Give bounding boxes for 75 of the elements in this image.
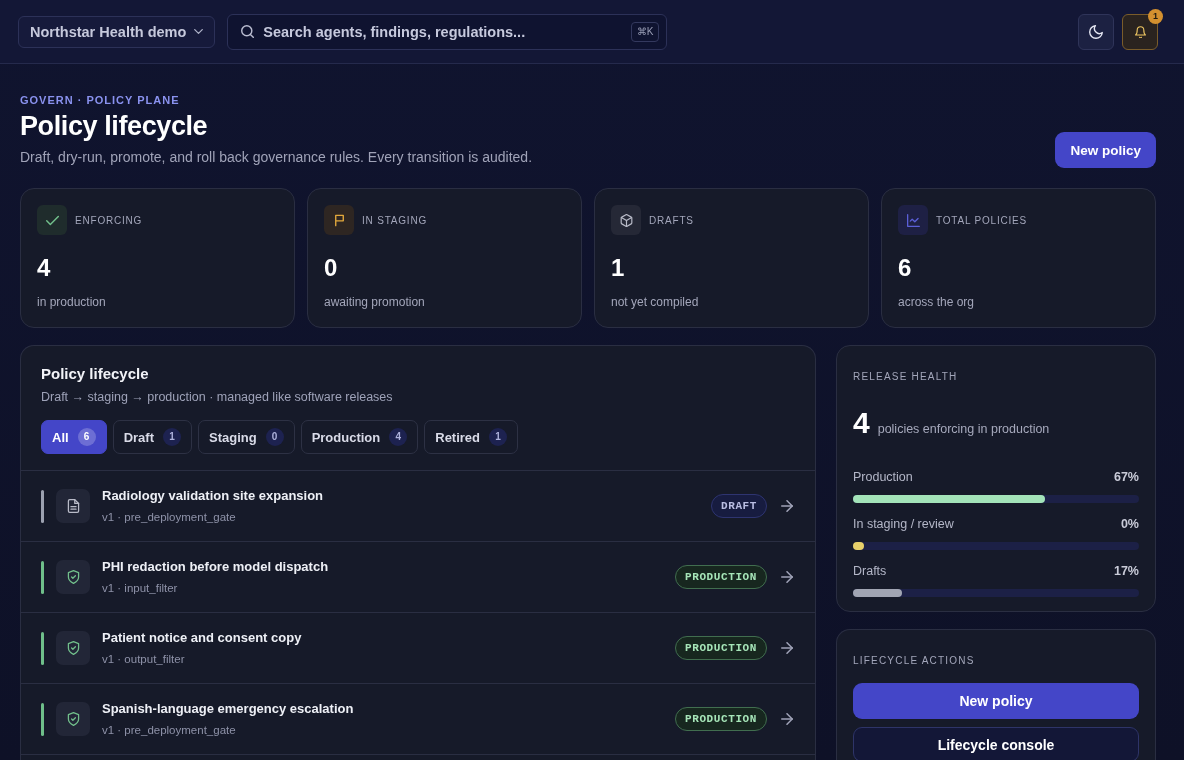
progress-reading: 67% [1113,469,1139,486]
notification-badge: 1 [1148,8,1163,24]
count-badge: 0 [265,428,284,446]
count-badge: 6 [77,428,96,446]
stat-value: 4 [37,253,52,283]
arrow-right-icon[interactable] [781,713,793,725]
card-title: RELEASE HEALTH [853,370,959,384]
shield-check-icon [56,560,90,594]
filter-tab[interactable]: All 6 [41,420,107,454]
policy-title: Radiology validation site expansion [102,487,325,505]
stat-label: IN STAGING [362,214,428,226]
status-stripe [41,702,44,736]
progress-label: In staging / review [853,516,954,533]
policy-meta: v1 · output_filter [102,652,186,667]
org-selector[interactable]: Northstar Health demo [18,15,216,48]
count-badge: 1 [489,428,508,446]
page-title: Policy lifecycle [20,110,209,143]
status-badge: PRODUCTION [675,707,767,731]
chevron-down-icon [194,29,204,34]
panel-subtitle: Draft → staging → production · managed like software releases [41,389,394,406]
keyboard-shortcut: ⌘K [630,21,660,42]
status-stripe [41,489,44,523]
progress-label: Drafts [853,563,887,580]
bell-icon [1134,25,1146,38]
count-badge: 1 [162,428,181,446]
policy-meta: v1 · pre_deployment_gate [102,723,237,738]
filter-tab[interactable]: Production 4 [300,420,419,454]
arrow-right-icon[interactable] [781,500,793,512]
stat-label: ENFORCING [75,214,143,226]
stat-label: TOTAL POLICIES [936,214,1028,226]
status-stripe [41,560,44,594]
arrow-right-icon[interactable] [781,642,793,654]
shield-check-icon [56,702,90,736]
flag-icon [324,205,354,235]
filter-tab[interactable]: Retired 1 [424,420,519,454]
progress-reading: 17% [1113,563,1139,580]
filter-tab[interactable]: Draft 1 [112,420,192,454]
policy-title: Patient notice and consent copy [102,629,303,647]
breadcrumb: GOVERN · POLICY PLANE [20,93,181,107]
cube-icon [611,205,641,235]
panel-title: Policy lifecycle [41,364,150,384]
arrow-right-icon[interactable] [781,571,793,583]
status-badge: PRODUCTION [675,636,767,660]
filter-tab[interactable]: Staging 0 [197,420,295,454]
page-subtitle: Draft, dry-run, promote, and roll back governance rules. Every transition is audited. [20,148,533,167]
status-badge: DRAFT [711,494,767,518]
metric-value: 4 [853,406,870,440]
stat-caption: across the org [898,294,976,310]
count-badge: 4 [389,428,408,446]
document-icon [56,489,90,523]
stat-caption: awaiting promotion [324,294,426,310]
policy-title: Spanish-language emergency escalation [102,700,355,718]
console-button[interactable]: Lifecycle console [853,727,1139,760]
stat-label: DRAFTS [649,214,694,226]
policy-title: PHI redaction before model dispatch [102,558,330,576]
stat-value: 0 [324,253,339,283]
policy-meta: v1 · pre_deployment_gate [102,510,237,525]
moon-icon [1089,24,1103,39]
new-policy-button[interactable]: New policy [1055,132,1156,168]
theme-button[interactable] [1078,13,1114,50]
progress-label: Production [853,469,913,486]
check-icon [37,205,67,235]
new-policy-button[interactable]: New policy [853,683,1139,719]
stat-caption: not yet compiled [611,294,700,310]
card-title: LIFECYCLE ACTIONS [853,654,976,668]
progress-reading: 0% [1120,516,1139,533]
shield-check-icon [56,631,90,665]
policy-meta: v1 · input_filter [102,581,179,596]
stat-value: 6 [898,253,913,283]
search-icon [241,24,255,38]
stat-value: 1 [611,253,626,283]
stat-caption: in production [37,294,107,310]
status-badge: PRODUCTION [675,565,767,589]
status-stripe [41,631,44,665]
metric-caption: policies enforcing in production [877,421,1050,438]
